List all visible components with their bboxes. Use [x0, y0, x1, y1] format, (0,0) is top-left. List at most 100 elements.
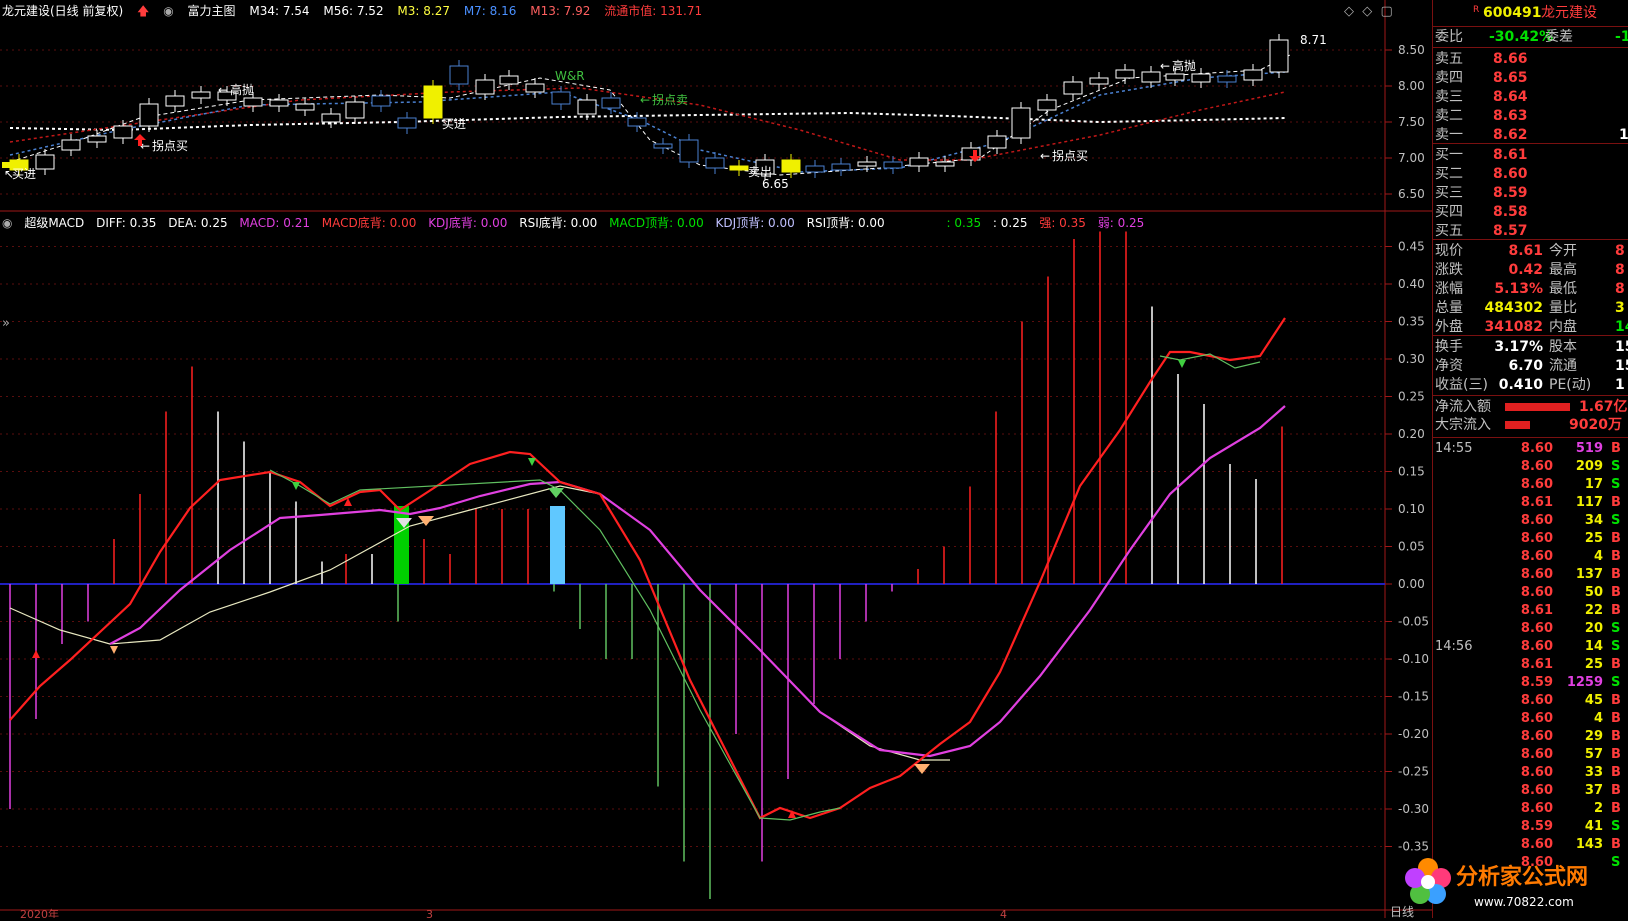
- stat-row: 净资 6.70 流通 15: [1433, 357, 1628, 375]
- high-sell-label: 高抛: [230, 82, 254, 97]
- macd-axis-label: 0.15: [1398, 465, 1425, 479]
- ask-label: 卖四: [1435, 70, 1463, 86]
- candle-body-5: [139, 103, 159, 127]
- tick-price: 8.59: [1520, 675, 1553, 690]
- tick-row: 14:55 8.60 519 B: [1433, 440, 1628, 458]
- bid-row[interactable]: 买二 8.60: [1433, 165, 1628, 183]
- tick-side: B: [1611, 747, 1621, 762]
- bigflow-row: 大宗流入 9020万: [1435, 417, 1622, 433]
- tick-price: 8.60: [1520, 585, 1553, 600]
- stat-value-2: 143: [1615, 319, 1628, 335]
- tick-price: 8.60: [1520, 747, 1553, 762]
- tick-row: 8.60 2 B: [1433, 800, 1628, 818]
- tick-volume: 57: [1584, 747, 1603, 762]
- tick-side: S: [1611, 477, 1621, 492]
- tick-volume: 33: [1584, 765, 1603, 780]
- tick-price: 8.60: [1520, 801, 1553, 816]
- bid-row[interactable]: 买四 8.58: [1433, 203, 1628, 221]
- tick-price: 8.60: [1520, 459, 1553, 474]
- ask-row[interactable]: 卖一 8.62 1: [1433, 126, 1628, 144]
- flower-logo-icon: [1405, 858, 1451, 904]
- diff-line: [9, 317, 1286, 820]
- macd-indicator-name[interactable]: 超级MACD: [24, 216, 84, 230]
- ask-row[interactable]: 卖五 8.66: [1433, 50, 1628, 68]
- bid-price: 8.57: [1493, 223, 1528, 239]
- chart-canvas[interactable]: 买进 ↖ ← 拐点买 ← 高抛 买进 W&R ← 拐点卖 6.65 卖出 ← 拐…: [0, 0, 1432, 921]
- stock-code[interactable]: 600491: [1483, 4, 1541, 22]
- tick-volume: 25: [1584, 657, 1603, 672]
- settings-circle-icon-2[interactable]: ◉: [2, 216, 12, 230]
- indicator-name[interactable]: 富力主图: [188, 4, 236, 18]
- tick-side: B: [1611, 765, 1621, 780]
- price-axis-label: 7.50: [1398, 115, 1425, 129]
- candle-body-47: [1217, 75, 1237, 83]
- price-axis-label: 8.50: [1398, 43, 1425, 57]
- tick-row: 8.60 17 S: [1433, 476, 1628, 494]
- tick-side: B: [1611, 567, 1621, 582]
- macd-axis-label: 0.20: [1398, 427, 1425, 441]
- netflow-value: 1.67亿: [1579, 399, 1628, 415]
- tick-row: 8.61 117 B: [1433, 494, 1628, 512]
- quote-title-row: R 600491 龙元建设: [1433, 4, 1628, 22]
- tick-volume: 117: [1575, 495, 1603, 510]
- tick-side: B: [1611, 531, 1621, 546]
- main-chart-header: 龙元建设(日线 前复权) 🡅 ◉ 富力主图 M34: 7.54 M56: 7.5…: [2, 2, 712, 18]
- macd-axis-label: 0.45: [1398, 240, 1425, 254]
- tick-row: 8.61 25 B: [1433, 656, 1628, 674]
- tick-row: 8.60 45 B: [1433, 692, 1628, 710]
- candle-body-15: [397, 117, 417, 129]
- rsi-top-value: RSI顶背: 0.00: [806, 216, 885, 230]
- stat-label: 总量: [1435, 300, 1463, 316]
- stat-label: 净资: [1435, 358, 1463, 374]
- candle-body-10: [269, 99, 289, 107]
- bid-row[interactable]: 买一 8.61: [1433, 146, 1628, 164]
- tick-volume: 1259: [1566, 675, 1603, 690]
- tick-row: 8.59 1259 S: [1433, 674, 1628, 692]
- tick-price: 8.60: [1520, 477, 1553, 492]
- dea-line: [109, 405, 1286, 758]
- stat-row: 总量 484302 量比 3: [1433, 299, 1628, 317]
- box-icon[interactable]: ▢: [1381, 4, 1393, 19]
- candle-body-46: [1191, 73, 1211, 83]
- strong-value: 强: 0.35: [1039, 216, 1086, 230]
- kdj-top-value: KDJ顶背: 0.00: [715, 216, 795, 230]
- expand-chevron-icon[interactable]: »: [2, 316, 10, 331]
- tick-volume: 2: [1593, 801, 1603, 816]
- ask-price: 8.63: [1493, 108, 1528, 124]
- macd-axis-label: -0.30: [1398, 802, 1429, 816]
- diamond-toggle-icon[interactable]: ◇: [1344, 4, 1354, 19]
- stock-title[interactable]: 龙元建设(日线 前复权): [2, 4, 123, 18]
- settings-circle-icon[interactable]: ◉: [163, 4, 173, 18]
- candle-body-7: [191, 91, 211, 99]
- candle-body-31: [805, 165, 825, 173]
- tick-volume: 37: [1584, 783, 1603, 798]
- wr-label: W&R: [555, 69, 585, 83]
- ask-row[interactable]: 卖二 8.63: [1433, 107, 1628, 125]
- restore-icon[interactable]: ◇: [1362, 4, 1372, 19]
- bid-row[interactable]: 买五 8.57: [1433, 222, 1628, 240]
- tick-row: 8.61 22 B: [1433, 602, 1628, 620]
- tick-side: S: [1611, 639, 1621, 654]
- ask-row[interactable]: 卖四 8.65: [1433, 69, 1628, 87]
- candle-body-28: [729, 165, 749, 171]
- chart-area[interactable]: 买进 ↖ ← 拐点买 ← 高抛 买进 W&R ← 拐点卖 6.65 卖出 ← 拐…: [0, 0, 1432, 921]
- stat-value: 5.13%: [1494, 281, 1543, 297]
- tick-volume: 34: [1584, 513, 1603, 528]
- stat-value: 3.17%: [1494, 339, 1543, 355]
- high-sell-label-2: 高抛: [1172, 58, 1196, 73]
- stat-label-2: 流通: [1549, 358, 1577, 374]
- ask-row[interactable]: 卖三 8.64: [1433, 88, 1628, 106]
- ask-price: 8.66: [1493, 51, 1528, 67]
- candle-body-48: [1243, 69, 1263, 81]
- stat-label: 换手: [1435, 339, 1463, 355]
- tick-volume: 20: [1584, 621, 1603, 636]
- red-arrow-icon[interactable]: 🡅: [137, 4, 149, 18]
- candle-body-43: [1115, 69, 1135, 79]
- float-cap-value: 流通市值: 131.71: [604, 4, 703, 18]
- bid-row[interactable]: 买三 8.59: [1433, 184, 1628, 202]
- tick-price: 8.60: [1520, 513, 1553, 528]
- stock-name[interactable]: 龙元建设: [1541, 4, 1597, 22]
- x-axis-start: 2020年: [20, 907, 59, 918]
- ma-fast-line: [9, 54, 1291, 176]
- tick-row: 8.60 33 B: [1433, 764, 1628, 782]
